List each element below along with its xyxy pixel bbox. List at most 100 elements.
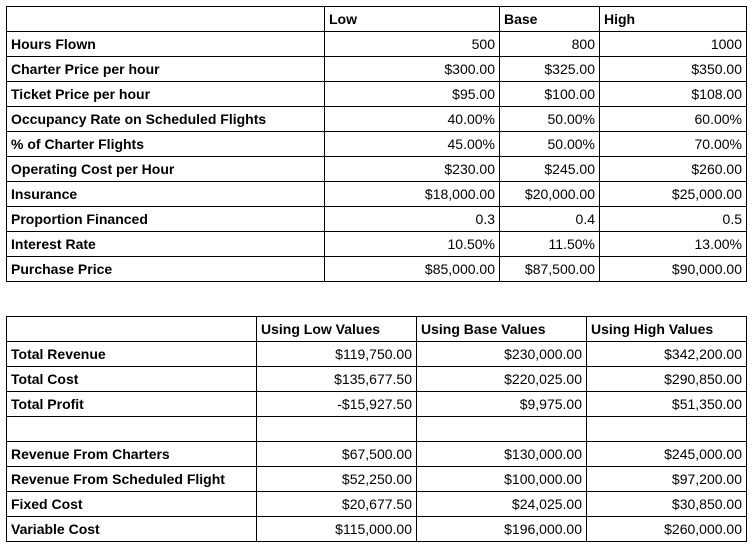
cell-base: $196,000.00 (417, 517, 587, 542)
table-row (7, 417, 747, 442)
cell-base: 50.00% (500, 107, 600, 132)
cell-base: $230,000.00 (417, 342, 587, 367)
table-row: Insurance$18,000.00$20,000.00$25,000.00 (7, 182, 747, 207)
row-label: Insurance (7, 182, 325, 207)
inputs-table: Low Base High Hours Flown5008001000 Char… (6, 6, 747, 282)
cell-high: 60.00% (600, 107, 747, 132)
row-label: Fixed Cost (7, 492, 257, 517)
cell-low: $18,000.00 (325, 182, 500, 207)
cell-high: $97,200.00 (587, 467, 747, 492)
row-label (7, 417, 257, 442)
cell-base: $130,000.00 (417, 442, 587, 467)
cell-low: $67,500.00 (257, 442, 417, 467)
table-spacer (6, 282, 746, 316)
cell-low: 10.50% (325, 232, 500, 257)
table-row: Purchase Price$85,000.00$87,500.00$90,00… (7, 257, 747, 282)
cell-base: 800 (500, 32, 600, 57)
table-row: Fixed Cost$20,677.50$24,025.00$30,850.00 (7, 492, 747, 517)
header-high: Using High Values (587, 317, 747, 342)
cell-high: $350.00 (600, 57, 747, 82)
row-label: Interest Rate (7, 232, 325, 257)
header-blank (7, 317, 257, 342)
table-row: Operating Cost per Hour$230.00$245.00$26… (7, 157, 747, 182)
table-row: Interest Rate10.50%11.50%13.00% (7, 232, 747, 257)
cell-low: -$15,927.50 (257, 392, 417, 417)
cell-base: $245.00 (500, 157, 600, 182)
cell-base: $325.00 (500, 57, 600, 82)
table-row: Revenue From Scheduled Flight$52,250.00$… (7, 467, 747, 492)
cell-base: $220,025.00 (417, 367, 587, 392)
cell-base: $100.00 (500, 82, 600, 107)
table-row: Total Cost$135,677.50$220,025.00$290,850… (7, 367, 747, 392)
row-label: Revenue From Scheduled Flight (7, 467, 257, 492)
row-label: Ticket Price per hour (7, 82, 325, 107)
cell-high: $245,000.00 (587, 442, 747, 467)
cell-high: $25,000.00 (600, 182, 747, 207)
cell-low (257, 417, 417, 442)
table-row: Charter Price per hour$300.00$325.00$350… (7, 57, 747, 82)
row-label: Occupancy Rate on Scheduled Flights (7, 107, 325, 132)
row-label: Variable Cost (7, 517, 257, 542)
row-label: Operating Cost per Hour (7, 157, 325, 182)
row-label: Charter Price per hour (7, 57, 325, 82)
table-row: Ticket Price per hour$95.00$100.00$108.0… (7, 82, 747, 107)
header-low: Low (325, 7, 500, 32)
cell-low: $135,677.50 (257, 367, 417, 392)
table-row: Variable Cost$115,000.00$196,000.00$260,… (7, 517, 747, 542)
row-label: Total Revenue (7, 342, 257, 367)
cell-low: $300.00 (325, 57, 500, 82)
table-row: Revenue From Charters$67,500.00$130,000.… (7, 442, 747, 467)
cell-high (587, 417, 747, 442)
cell-base: $24,025.00 (417, 492, 587, 517)
cell-high: 1000 (600, 32, 747, 57)
cell-high: $30,850.00 (587, 492, 747, 517)
cell-high: $260.00 (600, 157, 747, 182)
cell-low: $52,250.00 (257, 467, 417, 492)
cell-low: 0.3 (325, 207, 500, 232)
cell-high: $90,000.00 (600, 257, 747, 282)
cell-base: $87,500.00 (500, 257, 600, 282)
header-low: Using Low Values (257, 317, 417, 342)
header-base: Base (500, 7, 600, 32)
header-base: Using Base Values (417, 317, 587, 342)
cell-high: $290,850.00 (587, 367, 747, 392)
cell-high: $51,350.00 (587, 392, 747, 417)
cell-low: $119,750.00 (257, 342, 417, 367)
table-row: Occupancy Rate on Scheduled Flights40.00… (7, 107, 747, 132)
row-label: Total Cost (7, 367, 257, 392)
row-label: Purchase Price (7, 257, 325, 282)
table-row: Total Profit-$15,927.50$9,975.00$51,350.… (7, 392, 747, 417)
table-header-row: Using Low Values Using Base Values Using… (7, 317, 747, 342)
row-label: Hours Flown (7, 32, 325, 57)
table-row: Hours Flown5008001000 (7, 32, 747, 57)
cell-low: $230.00 (325, 157, 500, 182)
row-label: Proportion Financed (7, 207, 325, 232)
cell-base: 0.4 (500, 207, 600, 232)
cell-base: $20,000.00 (500, 182, 600, 207)
cell-low: $115,000.00 (257, 517, 417, 542)
table-header-row: Low Base High (7, 7, 747, 32)
row-label: Total Profit (7, 392, 257, 417)
cell-low: $85,000.00 (325, 257, 500, 282)
header-high: High (600, 7, 747, 32)
table-row: Proportion Financed0.30.40.5 (7, 207, 747, 232)
cell-high: $108.00 (600, 82, 747, 107)
results-table: Using Low Values Using Base Values Using… (6, 316, 747, 542)
cell-low: 45.00% (325, 132, 500, 157)
cell-base: 50.00% (500, 132, 600, 157)
table-row: Total Revenue$119,750.00$230,000.00$342,… (7, 342, 747, 367)
row-label: Revenue From Charters (7, 442, 257, 467)
cell-high: 13.00% (600, 232, 747, 257)
header-blank (7, 7, 325, 32)
cell-base (417, 417, 587, 442)
cell-base: 11.50% (500, 232, 600, 257)
row-label: % of Charter Flights (7, 132, 325, 157)
cell-low: $95.00 (325, 82, 500, 107)
cell-low: 500 (325, 32, 500, 57)
cell-base: $9,975.00 (417, 392, 587, 417)
table-row: % of Charter Flights45.00%50.00%70.00% (7, 132, 747, 157)
cell-low: 40.00% (325, 107, 500, 132)
cell-high: $260,000.00 (587, 517, 747, 542)
cell-base: $100,000.00 (417, 467, 587, 492)
cell-high: 0.5 (600, 207, 747, 232)
